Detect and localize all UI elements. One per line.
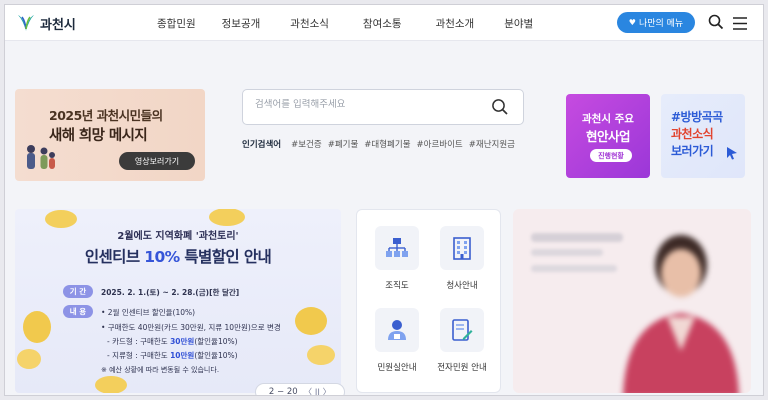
header-search-button[interactable] (708, 14, 724, 34)
content-tag: 내 용 (63, 305, 93, 318)
main-search-box (242, 89, 524, 125)
logo-text: 과천시 (40, 17, 76, 33)
content-line2: • 구매한도 40만원(카드 30만원, 지류 10만원)으로 변경 (101, 323, 281, 332)
heart-icon: ♥ (628, 18, 636, 27)
major-projects-banner[interactable]: 과천시 주요 현안사업 진행현황 (566, 94, 650, 178)
mayor-photo-icon (623, 235, 739, 393)
quick-item-label: 조직도 (385, 281, 409, 291)
banner-a-line2: 현안사업 (585, 129, 631, 144)
pager-controls[interactable]: 〈 II 〉 (304, 386, 331, 395)
voucher-title: 인센티브 10% 특별할인 안내 (15, 245, 341, 267)
keyword-link[interactable]: #아르바이트 (417, 138, 463, 150)
blurred-text-line (531, 265, 617, 272)
main-nav: 종합민원 정보공개 과천소식 참여소통 과천소개 분야별 (157, 5, 533, 41)
card-limit-line: - 카드형 : 구매한도 30만원(할인율10%) (107, 336, 238, 347)
period-value: 2025. 2. 1.(토) ~ 2. 28.(금)[한 달간] (101, 288, 240, 297)
nav-item-news[interactable]: 과천소식 (290, 16, 329, 31)
site-logo[interactable]: 과천시 (15, 12, 76, 34)
nav-item-fields[interactable]: 분야별 (504, 16, 533, 31)
voucher-title-highlight: 10% (144, 248, 180, 266)
person-icon (375, 308, 419, 352)
paper-limit-line: - 지류형 : 구매한도 10만원(할인율10%) (107, 350, 238, 361)
blurred-text-line (531, 249, 603, 256)
new-year-message-banner[interactable]: 2025년 과천시민들의 새해 희망 메시지 영상보러가기 (15, 89, 205, 181)
banner-pager: 2 − 20 〈 II 〉 (255, 383, 345, 396)
banner-b-line3: 보러가기 (671, 144, 714, 158)
card-limit-value: 30만원 (170, 337, 195, 346)
promo-line1: 2025년 과천시민들의 (49, 108, 163, 123)
nav-item-civil[interactable]: 종합민원 (157, 16, 196, 31)
keyword-link[interactable]: #재난지원금 (469, 138, 515, 150)
search-icon (708, 14, 724, 30)
logo-leaf-icon (18, 15, 34, 31)
period-text: 2025. 2. 1.(토) ~ 2. 28.(금)[한 달간] (101, 287, 239, 298)
quick-item-org-chart[interactable]: 조직도 (365, 226, 429, 291)
banner-b-line2: 과천소식 (671, 127, 714, 141)
popular-keywords: 인기검색어 #보건증 #폐기물 #대형폐기물 #아르바이트 #재난지원금 (242, 138, 515, 150)
card-limit-pre: - 카드형 : 구매한도 (107, 337, 171, 346)
voucher-title-post: 특별할인 안내 (179, 248, 272, 266)
pager-count: 2 − 20 (268, 387, 298, 396)
local-currency-banner[interactable]: 2월에도 지역화폐 '과천토리' 인센티브 10% 특별할인 안내 기 간 20… (15, 209, 341, 393)
nav-item-info[interactable]: 정보공개 (222, 16, 261, 31)
content-line1: • 2월 인센티브 할인율(10%) (101, 308, 196, 317)
nav-item-participation[interactable]: 참여소통 (363, 16, 402, 31)
quick-item-building-guide[interactable]: 청사안내 (430, 226, 494, 291)
keyword-link[interactable]: #보건증 (291, 138, 322, 150)
nav-item-about[interactable]: 과천소개 (436, 16, 475, 31)
popular-keywords-label: 인기검색어 (242, 140, 282, 150)
quick-services-panel: 조직도 청사안내 민원실안내 전자민원 안내 (356, 209, 501, 393)
search-input[interactable] (255, 99, 475, 110)
promo-line2: 새해 희망 메시지 (49, 128, 148, 144)
hamburger-icon (733, 17, 747, 30)
my-menu-button[interactable]: ♥ 나만의 메뉴 (617, 12, 695, 33)
org-chart-icon (375, 226, 419, 270)
hamburger-menu-button[interactable] (733, 15, 747, 34)
page-frame: 과천시 종합민원 정보공개 과천소식 참여소통 과천소개 분야별 ♥ 나만의 메… (4, 4, 764, 396)
banner-b-line1: #방방곡곡 (671, 110, 723, 124)
watch-video-button[interactable]: 영상보러가기 (119, 152, 195, 170)
quick-item-civil-office[interactable]: 민원실안내 (365, 308, 429, 373)
paper-limit-post: (할인율10%) (194, 351, 238, 360)
voucher-subtitle: 2월에도 지역화폐 '과천토리' (117, 231, 239, 242)
keyword-link[interactable]: #대형폐기물 (364, 138, 410, 150)
quick-item-label: 전자민원 안내 (437, 363, 487, 373)
quick-item-label: 청사안내 (446, 281, 478, 291)
voucher-title-pre: 인센티브 (84, 248, 145, 266)
period-tag: 기 간 (63, 285, 93, 298)
card-limit-post: (할인율10%) (194, 337, 238, 346)
site-header: 과천시 종합민원 정보공개 과천소식 참여소통 과천소개 분야별 ♥ 나만의 메… (5, 5, 763, 41)
news-banner[interactable]: #방방곡곡 과천소식 보러가기 (661, 94, 745, 178)
e-document-icon (440, 308, 484, 352)
cursor-icon (727, 147, 737, 160)
progress-status-button[interactable]: 진행현황 (590, 149, 632, 162)
paper-limit-pre: - 지류형 : 구매한도 (107, 351, 171, 360)
quick-item-e-civil[interactable]: 전자민원 안내 (430, 308, 494, 373)
budget-note: ※ 예산 상황에 따라 변동될 수 있습니다. (101, 366, 220, 374)
search-submit-button[interactable] (491, 98, 509, 120)
search-icon (492, 99, 508, 115)
my-menu-label: 나만의 메뉴 (638, 19, 684, 29)
people-illustration-icon (27, 145, 55, 169)
paper-limit-value: 10만원 (170, 351, 195, 360)
building-icon (440, 226, 484, 270)
mayor-panel[interactable] (513, 209, 751, 393)
banner-a-line1: 과천시 주요 (582, 113, 634, 125)
keyword-link[interactable]: #폐기물 (328, 138, 359, 150)
quick-item-label: 민원실안내 (377, 363, 417, 373)
